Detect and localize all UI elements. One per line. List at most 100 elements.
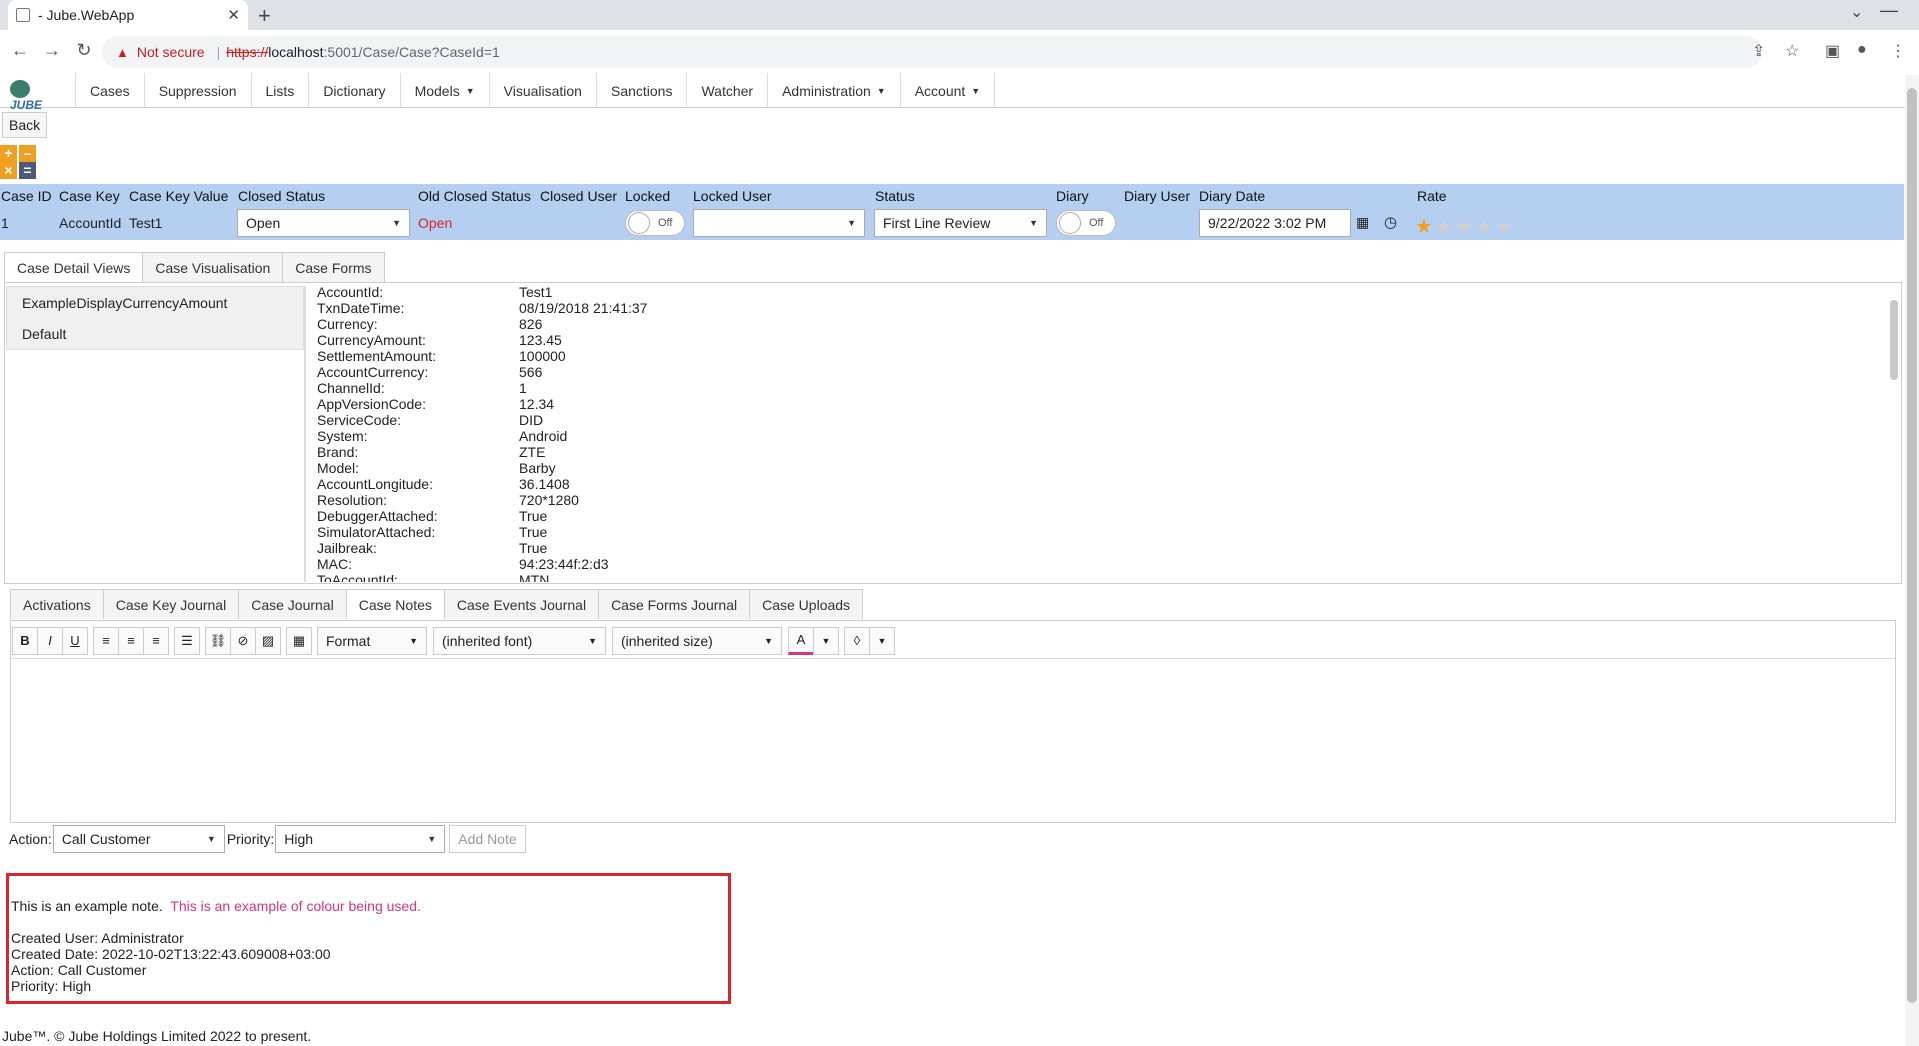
menu-item-label: Account [914, 82, 966, 99]
note-text: This is an example note. [11, 898, 163, 914]
view-item[interactable]: Default [7, 318, 303, 349]
text-color-dropdown-icon[interactable]: ▼ [813, 626, 839, 655]
locked-user-select[interactable]: ▼ [693, 209, 865, 237]
side-panel-icon[interactable]: ▣ [1825, 41, 1840, 61]
bold-button[interactable]: B [12, 626, 38, 655]
clock-icon[interactable]: ◷ [1384, 213, 1397, 231]
page-scrollbar-thumb[interactable] [1907, 88, 1917, 1003]
font-select[interactable]: (inherited font) ▼ [433, 626, 606, 655]
view-item[interactable]: ExampleDisplayCurrencyAmount [7, 287, 303, 318]
menu-item-models[interactable]: Models ▼ [399, 73, 489, 108]
add-note-button[interactable]: Add Note [449, 825, 526, 853]
priority-select[interactable]: High ▼ [275, 825, 446, 853]
star-icon[interactable]: ★ [1455, 216, 1475, 238]
field-value: ZTE [519, 444, 546, 460]
address-bar[interactable]: ▲ Not secure | https:// localhost :5001/… [102, 36, 1762, 68]
tab-search-icon[interactable]: ⌄ [1850, 2, 1863, 22]
jube-logo[interactable]: JUBE [10, 80, 58, 112]
reload-icon[interactable]: ↻ [72, 40, 96, 61]
align-right-icon[interactable]: ≡ [143, 626, 169, 655]
tab-case-forms-journal[interactable]: Case Forms Journal [598, 589, 751, 619]
tab-case-visualisation[interactable]: Case Visualisation [142, 252, 284, 282]
locked-toggle[interactable]: Off [625, 210, 685, 236]
text-color-button[interactable]: A [788, 626, 814, 655]
expand-plus-icon[interactable]: + [0, 145, 17, 162]
underline-button[interactable]: U [62, 626, 88, 655]
menu-item-cases[interactable]: Cases [75, 73, 144, 108]
tab-case-events-journal[interactable]: Case Events Journal [443, 589, 600, 619]
action-select[interactable]: Call Customer ▼ [52, 825, 225, 853]
new-tab-button[interactable]: + [258, 3, 271, 29]
diary-date-value: 9/22/2022 3:02 PM [1208, 215, 1327, 231]
share-icon[interactable]: ⇪ [1752, 41, 1765, 61]
menu-item-suppression[interactable]: Suppression [143, 73, 251, 108]
not-secure-label[interactable]: Not secure [137, 44, 205, 60]
tab-activations[interactable]: Activations [10, 589, 104, 619]
background-color-dropdown-icon[interactable]: ▼ [869, 626, 895, 655]
rate-label: Rate [1417, 188, 1447, 204]
size-select[interactable]: (inherited size) ▼ [612, 626, 782, 655]
closed-status-select[interactable]: Open ▼ [237, 209, 410, 237]
field-value: MTN [519, 572, 550, 582]
star-icon[interactable]: ★ [1475, 216, 1495, 238]
menu-item-lists[interactable]: Lists [250, 73, 309, 108]
equals-icon[interactable]: = [19, 162, 36, 179]
tab-case-uploads[interactable]: Case Uploads [749, 589, 864, 619]
status-select[interactable]: First Line Review ▼ [874, 209, 1047, 237]
browser-tab[interactable]: - Jube.WebApp ✕ [8, 0, 248, 30]
forward-arrow-icon[interactable]: → [40, 40, 64, 61]
rating-stars[interactable]: ★★★★★ [1415, 214, 1515, 239]
menu-item-label: Cases [90, 82, 130, 99]
menu-item-sanctions[interactable]: Sanctions [595, 73, 686, 108]
minimize-window-icon[interactable]: — [1880, 0, 1898, 21]
bullet-list-icon[interactable]: ☰ [174, 626, 200, 655]
field-key: AccountLongitude: [317, 476, 433, 492]
menu-item-watcher[interactable]: Watcher [686, 73, 767, 108]
align-left-icon[interactable]: ≡ [93, 626, 119, 655]
diary-toggle[interactable]: Off [1056, 210, 1116, 236]
diary-label: Diary [1056, 188, 1089, 204]
star-icon[interactable]: ★ [1415, 216, 1435, 238]
menu-item-dictionary[interactable]: Dictionary [308, 73, 399, 108]
bookmark-star-icon[interactable]: ☆ [1785, 41, 1799, 61]
table-icon[interactable]: ▦ [286, 626, 312, 655]
close-tab-icon[interactable]: ✕ [227, 6, 240, 24]
tab-case-notes[interactable]: Case Notes [345, 589, 445, 619]
browser-menu-icon[interactable]: ⋮ [1890, 41, 1906, 61]
menu-item-administration[interactable]: Administration ▼ [767, 73, 900, 108]
tab-case-forms[interactable]: Case Forms [282, 252, 385, 282]
field-value: 566 [519, 364, 543, 380]
profile-avatar-icon[interactable]: ● [1857, 41, 1867, 59]
field-row: SimulatorAttached: True [317, 524, 1877, 540]
back-arrow-icon[interactable]: ← [8, 40, 32, 61]
menu-item-account[interactable]: Account ▼ [899, 73, 996, 108]
detail-scrollbar[interactable] [1890, 300, 1898, 380]
background-color-icon[interactable]: ◊ [844, 626, 870, 655]
diary-date-input[interactable]: 9/22/2022 3:02 PM [1199, 209, 1351, 237]
star-icon[interactable]: ★ [1495, 216, 1515, 238]
editor-content-area[interactable] [11, 658, 1895, 822]
tab-case-key-journal[interactable]: Case Key Journal [102, 589, 240, 619]
format-select[interactable]: Format ▼ [317, 626, 427, 655]
unlink-icon[interactable]: ⊘ [230, 626, 256, 655]
panel-splitter[interactable] [304, 286, 306, 582]
field-value: 36.1408 [519, 476, 570, 492]
field-value: 826 [519, 316, 543, 332]
star-icon[interactable]: ★ [1435, 216, 1455, 238]
tab-case-journal[interactable]: Case Journal [238, 589, 347, 619]
close-x-icon[interactable]: × [0, 162, 17, 179]
chevron-down-icon: ▼ [764, 635, 773, 646]
closed-user-label: Closed User [540, 188, 618, 204]
field-key: AppVersionCode: [317, 396, 426, 412]
menu-item-visualisation[interactable]: Visualisation [488, 73, 596, 108]
image-icon[interactable]: ▨ [255, 626, 281, 655]
link-icon[interactable]: ⛓ [205, 626, 231, 655]
tab-case-detail-views[interactable]: Case Detail Views [4, 252, 144, 282]
collapse-minus-icon[interactable]: – [19, 145, 36, 162]
field-key: Model: [317, 460, 360, 476]
italic-button[interactable]: I [37, 626, 63, 655]
align-center-icon[interactable]: ≡ [118, 626, 144, 655]
calendar-icon[interactable]: ▦ [1356, 214, 1369, 231]
field-row: CurrencyAmount: 123.45 [317, 332, 1877, 348]
back-button[interactable]: Back [2, 112, 48, 138]
